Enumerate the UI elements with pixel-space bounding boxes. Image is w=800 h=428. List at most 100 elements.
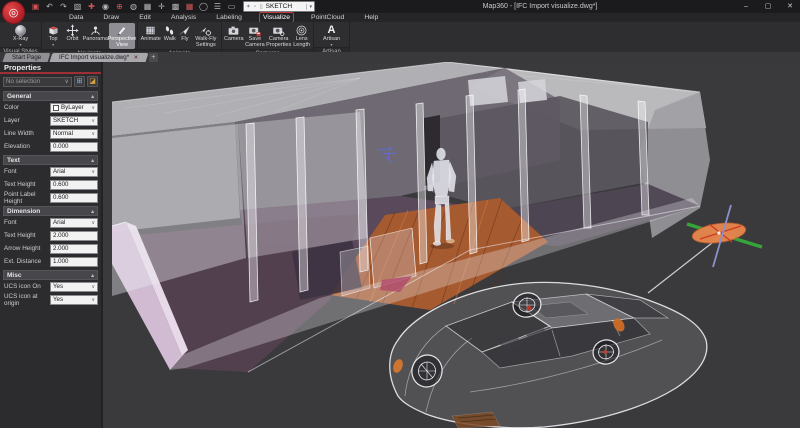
field-text-height: Text Height 0.600 <box>0 178 101 191</box>
quick-select-button[interactable]: ⊞ <box>74 76 85 87</box>
camera-properties-button[interactable]: Camera Properties <box>266 23 291 49</box>
field-ext-distance: Ext. Distance 1.000 <box>0 255 101 268</box>
arrow-height-input[interactable]: 2.000 <box>50 244 98 254</box>
section-header-general[interactable]: General ▴ <box>3 91 98 101</box>
layer-select[interactable]: SKETCH ∨ <box>50 116 98 126</box>
section-header-dimension[interactable]: Dimension ▴ <box>3 206 98 216</box>
ext-distance-input[interactable]: 1.000 <box>50 257 98 267</box>
display-icon[interactable]: ▭ <box>226 0 237 13</box>
map360-logo-icon[interactable]: ◎ <box>2 1 25 24</box>
layer-state-icons: ✶ ▫ ▯ <box>246 4 264 10</box>
list-icon[interactable]: ☰ <box>212 0 223 13</box>
quick-access-toolbar: ▣ ↶ ↷ ▧ ✚ ◉ ⊕ ◍ ▦ ✛ ▩ ▦ ◯ ☰ ▭ ◐ + <box>30 0 265 13</box>
ribbon-group-navigate: Top ▾ Orbit Panorama <box>42 22 138 52</box>
circle-icon[interactable]: ◯ <box>198 0 209 13</box>
field-arrow-height: Arrow Height 2.000 <box>0 242 101 255</box>
grid-icon[interactable]: ▦ <box>184 0 195 13</box>
collapse-icon: ▴ <box>91 207 94 215</box>
app-window: ◎ ▣ ↶ ↷ ▧ ✚ ◉ ⊕ ◍ ▦ ✛ ▩ ▦ ◯ ☰ ▭ ◐ + ✶ ▫ … <box>0 0 800 428</box>
collapse-icon: ▴ <box>91 271 94 279</box>
orbit-button[interactable]: Orbit <box>63 23 81 49</box>
tab-edit[interactable]: Edit <box>136 13 154 22</box>
viewport-3d[interactable] <box>103 62 800 428</box>
window-controls: – ▢ ✕ <box>740 0 796 13</box>
field-color: Color ByLayer ∨ <box>0 101 101 114</box>
measure-icon[interactable]: ✚ <box>86 0 97 13</box>
field-point-label-height: Point Label Height 0.600 <box>0 191 101 204</box>
tab-pointcloud[interactable]: PointCloud <box>308 13 347 22</box>
chevron-down-icon: ▾ <box>306 4 312 10</box>
paste-icon[interactable]: ▧ <box>72 0 83 13</box>
panorama-button[interactable]: Panorama <box>83 23 108 49</box>
tab-start-page[interactable]: Start Page <box>3 53 51 62</box>
pickadd-toggle-button[interactable]: ◪ <box>87 76 98 87</box>
text-height-input[interactable]: 0.600 <box>50 180 98 190</box>
tab-data[interactable]: Data <box>66 13 86 22</box>
ribbon-group-visual-styles: X-Ray ▾ Visual Styles <box>0 22 42 52</box>
section-header-misc[interactable]: Misc ▴ <box>3 270 98 280</box>
field-text-font: Font Arial ∨ <box>0 165 101 178</box>
save-icon[interactable]: ▣ <box>30 0 41 13</box>
color-select[interactable]: ByLayer ∨ <box>50 103 98 113</box>
tab-labeling[interactable]: Labeling <box>213 13 245 22</box>
undo-icon[interactable]: ↶ <box>44 0 55 13</box>
ribbon-group-artisan: A Artisan ▾ Artisan <box>314 22 350 52</box>
perspective-view-button[interactable]: Perspective View <box>109 23 135 49</box>
camera-button[interactable]: Camera <box>224 23 244 49</box>
layer-combo[interactable]: ✶ ▫ ▯ SKETCH ▾ <box>243 1 315 12</box>
field-ucs-icon-on: UCS icon On Yes ∨ <box>0 280 101 293</box>
panel-title: Properties <box>0 62 101 74</box>
ribbon-group-animate: Animate Walk Fly <box>138 22 222 52</box>
ucs-icon-on-select[interactable]: Yes ∨ <box>50 282 98 292</box>
animate-button[interactable]: Animate <box>140 23 161 49</box>
title-bar: ◎ ▣ ↶ ↷ ▧ ✚ ◉ ⊕ ◍ ▦ ✛ ▩ ▦ ◯ ☰ ▭ ◐ + ✶ ▫ … <box>0 0 800 13</box>
properties-panel: Properties No selection ∨ ⊞ ◪ General ▴ … <box>0 62 103 428</box>
close-button[interactable]: ✕ <box>784 0 796 13</box>
maximize-button[interactable]: ▢ <box>762 0 774 13</box>
ribbon-tab-bar: Data Draw Edit Analysis Labeling Visuali… <box>0 13 800 22</box>
collapse-icon: ▴ <box>91 92 94 100</box>
section-header-text[interactable]: Text ▴ <box>3 155 98 165</box>
minimize-button[interactable]: – <box>740 0 752 13</box>
logo-glyph: ◎ <box>9 6 19 19</box>
field-dim-font: Font Arial ∨ <box>0 216 101 229</box>
add-point-icon[interactable]: ⊕ <box>114 0 125 13</box>
chevron-down-icon: ∨ <box>64 78 69 85</box>
new-tab-button[interactable]: + <box>149 53 158 62</box>
tab-ifc-import-visualize[interactable]: IFC Import visualize.dwg* ✕ <box>50 53 148 62</box>
move-icon[interactable]: ✛ <box>156 0 167 13</box>
field-elevation: Elevation 0.000 <box>0 140 101 153</box>
calendar-icon[interactable]: ▦ <box>142 0 153 13</box>
tab-analysis[interactable]: Analysis <box>168 13 199 22</box>
color-swatch <box>53 105 59 111</box>
walk-fly-settings-button[interactable]: Walk-Fly Settings <box>193 23 219 49</box>
xray-button[interactable]: X-Ray ▾ <box>2 23 39 47</box>
selection-row: No selection ∨ ⊞ ◪ <box>0 74 101 89</box>
chevron-down-icon: ▾ <box>52 43 54 47</box>
ribbon: X-Ray ▾ Visual Styles Top ▾ <box>0 22 800 52</box>
tab-help[interactable]: Help <box>361 13 381 22</box>
collapse-icon: ▴ <box>91 156 94 164</box>
line-width-select[interactable]: Normal ∨ <box>50 129 98 139</box>
artisan-button[interactable]: A Artisan ▾ <box>316 23 347 47</box>
tab-draw[interactable]: Draw <box>100 13 122 22</box>
view-icon[interactable]: ◉ <box>100 0 111 13</box>
fly-button[interactable]: Fly <box>178 23 192 49</box>
text-font-select[interactable]: Arial ∨ <box>50 167 98 177</box>
walk-button[interactable]: Walk <box>162 23 177 49</box>
ucs-icon-origin-select[interactable]: Yes ∨ <box>50 295 98 305</box>
globe-icon[interactable]: ◍ <box>128 0 139 13</box>
dim-text-height-input[interactable]: 2.000 <box>50 231 98 241</box>
dim-font-select[interactable]: Arial ∨ <box>50 218 98 228</box>
field-layer: Layer SKETCH ∨ <box>0 114 101 127</box>
elevation-input[interactable]: 0.000 <box>50 142 98 152</box>
layers-icon[interactable]: ▩ <box>170 0 181 13</box>
lens-length-button[interactable]: Lens Length <box>292 23 311 49</box>
top-view-button[interactable]: Top ▾ <box>44 23 62 49</box>
field-dim-text-height: Text Height 2.000 <box>0 229 101 242</box>
point-label-height-input[interactable]: 0.600 <box>50 193 98 203</box>
selection-dropdown[interactable]: No selection ∨ <box>3 77 72 87</box>
document-tab-bar: Start Page IFC Import visualize.dwg* ✕ + <box>0 52 800 62</box>
save-camera-button[interactable]: Save Camera <box>245 23 266 49</box>
redo-icon[interactable]: ↷ <box>58 0 69 13</box>
